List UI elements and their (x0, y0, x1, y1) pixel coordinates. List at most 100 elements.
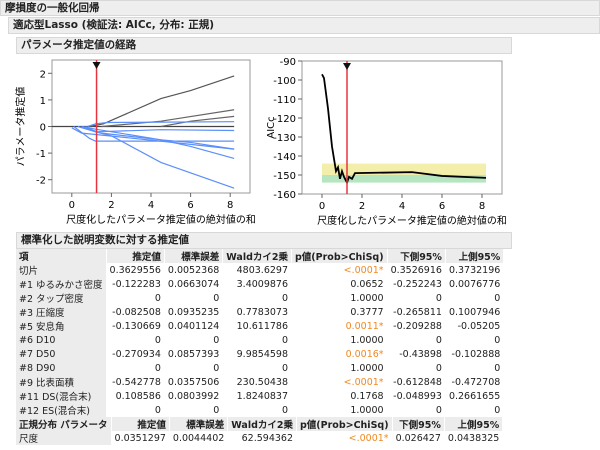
term-cell: #3 圧縮度 (16, 305, 106, 319)
column-header[interactable]: 推定値 (106, 249, 164, 263)
value-cell: -0.209288 (393, 320, 442, 332)
column-header[interactable]: p値(Prob>ChiSq) (292, 249, 387, 263)
value-cell: 0 (213, 292, 220, 304)
y-axis-label: パラメータ推定値 (14, 87, 27, 167)
value-cell: 0.1768 (350, 390, 384, 402)
table-row: #2 タップ密度 0 0 0 1.0000 0 0 (16, 291, 503, 305)
report-title[interactable]: 摩損度の一般化回帰 (0, 0, 600, 16)
column-header[interactable]: Waldカイ2乗 (223, 249, 291, 263)
value-cell: -0.270934 (112, 348, 161, 360)
table-row: #8 D90 0 0 0 1.0000 0 0 (16, 361, 503, 375)
column-header[interactable]: 項 (16, 249, 106, 263)
value-cell: -0.612848 (393, 376, 442, 388)
value-cell: -0.542778 (112, 376, 161, 388)
term-cell: #7 D50 (16, 347, 106, 361)
y-tick-label: -100 (273, 76, 296, 87)
value-cell: -0.102888 (451, 348, 501, 360)
y-axis-label: AICc (266, 116, 277, 138)
column-header[interactable]: 下側95% (392, 417, 444, 431)
x-tick-label: 2 (359, 201, 365, 212)
x-tick-label: 2 (108, 200, 114, 211)
table-row: #6 D10 0 0 0 1.0000 0 0 (16, 333, 503, 347)
value-cell: 0.3629556 (109, 264, 161, 276)
value-cell: 0 (154, 292, 161, 304)
table-row: #5 安息角 -0.130669 0.0401124 10.611786 0.0011*… (16, 319, 503, 333)
table-row: #9 比表面積 -0.542778 0.0357506 230.50438 <.0001… (16, 375, 503, 389)
term-cell: #9 比表面積 (16, 375, 106, 389)
column-header[interactable]: Waldカイ2乗 (228, 417, 296, 431)
value-cell: 0.0011* (345, 320, 384, 332)
column-header[interactable]: 推定値 (111, 417, 169, 431)
column-header[interactable]: 正規分布 パラメータ (16, 417, 111, 431)
y-tick-label: 0 (40, 123, 46, 134)
y-tick-label: -1 (36, 149, 46, 160)
column-header[interactable]: 標準誤差 (164, 249, 223, 263)
table-row: 尺度 0.0351297 0.0044402 62.594362 <.0001* 0.02… (16, 431, 502, 445)
value-cell: -0.048993 (393, 390, 442, 402)
value-cell: -0.122283 (112, 278, 161, 290)
value-cell: <.0001* (343, 376, 384, 388)
value-cell: 0.0351297 (114, 432, 166, 444)
value-cell: 0.3526916 (390, 264, 442, 276)
value-cell: 0.0935235 (167, 306, 220, 318)
value-cell: 9.9854598 (236, 348, 288, 360)
value-cell: 0.0401124 (167, 320, 220, 332)
table-row: #7 D50 -0.270934 0.0857393 9.9854598 0.0016*… (16, 347, 503, 361)
value-cell: 0 (435, 334, 442, 346)
value-cell: 0 (154, 362, 161, 374)
path-header[interactable]: パラメータ推定値の経路 (16, 37, 512, 54)
normal-params-table: 正規分布 パラメータ 推定値 標準誤差 Waldカイ2乗 p値(Prob>ChiSq) 下… (15, 417, 503, 445)
estimates-header[interactable]: 標準化した説明変数に対する推定値 (16, 232, 512, 249)
x-tick-label: 6 (187, 200, 193, 211)
term-cell: 尺度 (16, 431, 111, 445)
x-axis-label: 尺度化したパラメータ推定値の絶対値の和 (317, 214, 507, 227)
value-cell: -0.082508 (112, 306, 161, 318)
value-cell: <.0001* (343, 264, 384, 276)
x-tick-label: 0 (69, 200, 75, 211)
table-row: #12 ES(混合末) 0 0 0 1.0000 0 0 (16, 403, 503, 417)
value-cell: 0 (154, 334, 161, 346)
value-cell: <.0001* (348, 432, 389, 444)
value-cell: 0.0438325 (447, 432, 500, 444)
value-cell: 1.8240837 (236, 390, 288, 402)
value-cell: 0 (494, 362, 501, 374)
value-cell: 0 (281, 404, 288, 416)
value-cell: 0 (213, 362, 220, 374)
y-tick-label: -90 (280, 57, 296, 68)
value-cell: 0 (494, 292, 501, 304)
value-cell: 1.0000 (350, 362, 384, 374)
value-cell: 0.0857393 (167, 348, 220, 360)
model-header[interactable]: 適応型Lasso (検証法: AICc, 分布: 正規) (8, 17, 600, 34)
column-header[interactable]: 標準誤差 (169, 417, 228, 431)
value-cell: 0 (435, 362, 442, 374)
term-cell: #8 D90 (16, 361, 106, 375)
term-cell: #6 D10 (16, 333, 106, 347)
column-header[interactable]: p値(Prob>ChiSq) (297, 417, 392, 431)
value-cell: 0.0357506 (167, 376, 220, 388)
x-tick-label: 4 (148, 200, 154, 211)
value-cell: 62.594362 (241, 432, 293, 444)
y-tick-label: -2 (36, 176, 46, 187)
value-cell: 0 (213, 334, 220, 346)
term-cell: #12 ES(混合末) (16, 403, 106, 417)
column-header[interactable]: 上側95% (445, 249, 504, 263)
column-header[interactable]: 上側95% (444, 417, 503, 431)
value-cell: 0 (494, 404, 501, 416)
x-axis-label: 尺度化したパラメータ推定値の絶対値の和 (66, 213, 256, 226)
term-cell: #1 ゆるみかさ密度 (16, 277, 106, 291)
y-tick-label: -150 (273, 171, 296, 182)
term-cell: 切片 (16, 263, 106, 277)
value-cell: 230.50438 (236, 376, 288, 388)
value-cell: 0 (281, 292, 288, 304)
value-cell: 0.3777 (350, 306, 384, 318)
value-cell: 0 (494, 334, 501, 346)
parameter-path-chart: 0 2 4 6 8 2 1 0 -1 -2 尺度化したパラメータ推定値の絶対値の和 パラメータ推定値 (14, 59, 256, 226)
column-header[interactable]: 下側95% (387, 249, 445, 263)
value-cell: 1.0000 (350, 334, 384, 346)
x-tick-label: 0 (319, 201, 325, 212)
value-cell: 0.0016* (345, 348, 384, 360)
value-cell: -0.43898 (399, 348, 442, 360)
table-row: #3 圧縮度 -0.082508 0.0935235 0.7783073 0.3777-… (16, 305, 503, 319)
y-tick-label: -110 (273, 95, 296, 106)
value-cell: 0.1007946 (448, 306, 501, 318)
